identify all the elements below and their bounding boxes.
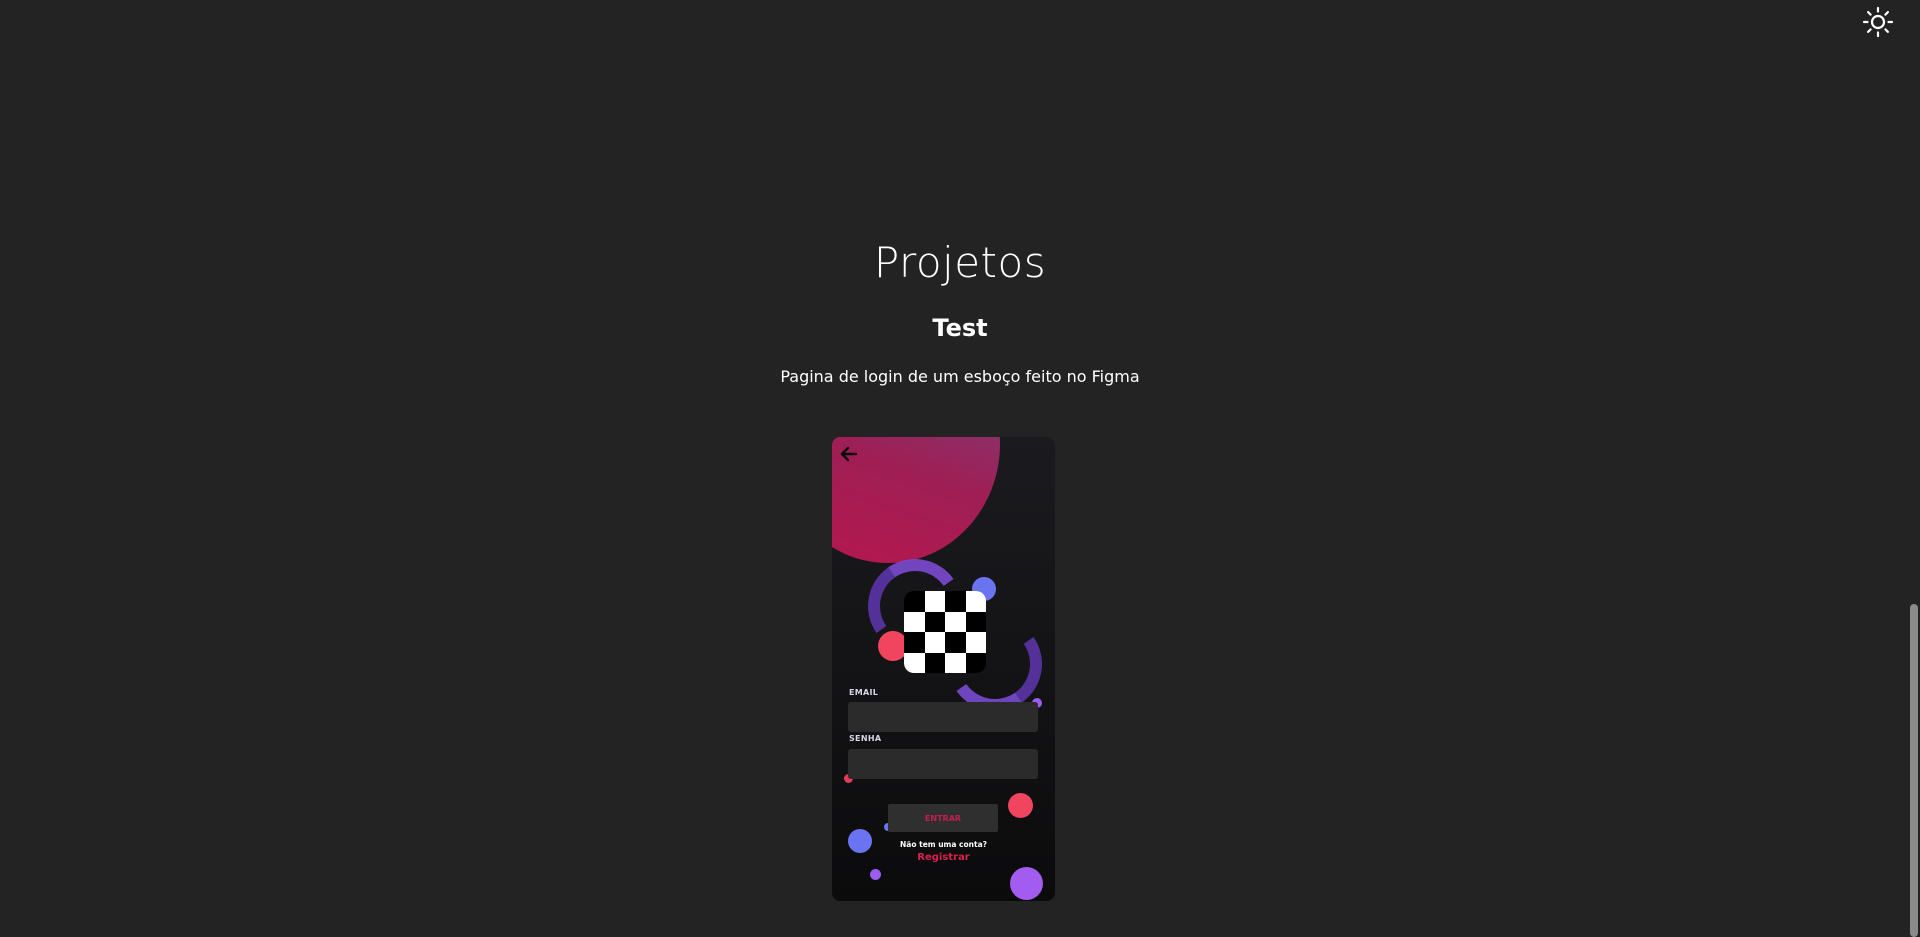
scrollbar[interactable] [1908, 0, 1920, 937]
email-field[interactable] [848, 702, 1038, 732]
login-button[interactable]: ENTRAR [888, 804, 998, 832]
page: Projetos Test Pagina de login de um esbo… [0, 0, 1920, 937]
project-description: Pagina de login de um esboço feito no Fi… [780, 367, 1140, 386]
no-account-text: Não tem uma conta? [900, 840, 987, 849]
project-preview-image[interactable]: EMAIL SENHA ENTRAR Não tem uma conta? Re… [832, 437, 1055, 901]
decorative-dot [1008, 793, 1033, 818]
decorative-dot [870, 869, 881, 880]
project-title: Test [932, 314, 988, 342]
section-title: Projetos [873, 238, 1047, 287]
checkerboard-icon [904, 591, 986, 673]
register-link[interactable]: Registrar [832, 852, 1055, 863]
sun-icon [1862, 6, 1894, 38]
theme-toggle-button[interactable] [1862, 6, 1894, 38]
password-field[interactable] [848, 749, 1038, 779]
email-label: EMAIL [849, 688, 879, 697]
decorative-dot [1010, 867, 1043, 900]
password-label: SENHA [849, 734, 882, 743]
arrow-left-icon [840, 446, 858, 462]
scrollbar-thumb[interactable] [1910, 604, 1918, 937]
